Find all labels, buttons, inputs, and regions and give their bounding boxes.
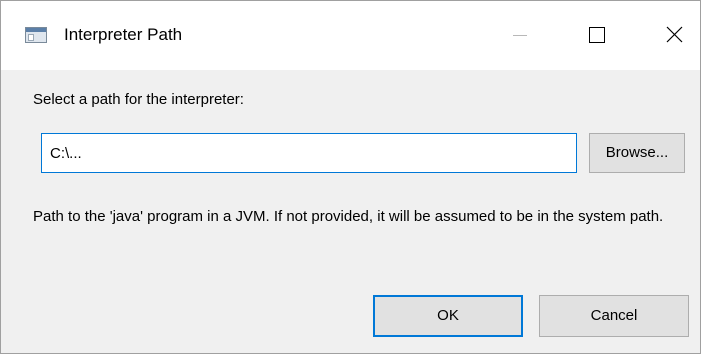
app-window-icon	[25, 27, 47, 43]
maximize-icon	[589, 27, 605, 43]
maximize-button[interactable]	[574, 1, 620, 70]
cancel-button[interactable]: Cancel	[539, 295, 689, 337]
window-title: Interpreter Path	[64, 25, 183, 44]
close-button[interactable]	[651, 1, 697, 70]
minimize-button[interactable]	[497, 1, 543, 70]
interpreter-path-dialog: Interpreter Path Select a path for the i…	[0, 0, 701, 354]
help-text: Path to the 'java' program in a JVM. If …	[33, 208, 664, 225]
ok-button[interactable]: OK	[373, 295, 523, 337]
interpreter-path-input[interactable]	[41, 133, 577, 173]
browse-button[interactable]: Browse...	[589, 133, 685, 173]
prompt-label: Select a path for the interpreter:	[33, 91, 244, 108]
close-icon	[666, 26, 683, 43]
title-bar[interactable]: Interpreter Path	[1, 1, 700, 70]
dialog-content: Select a path for the interpreter: Brows…	[1, 70, 700, 353]
minimize-icon	[513, 35, 527, 36]
